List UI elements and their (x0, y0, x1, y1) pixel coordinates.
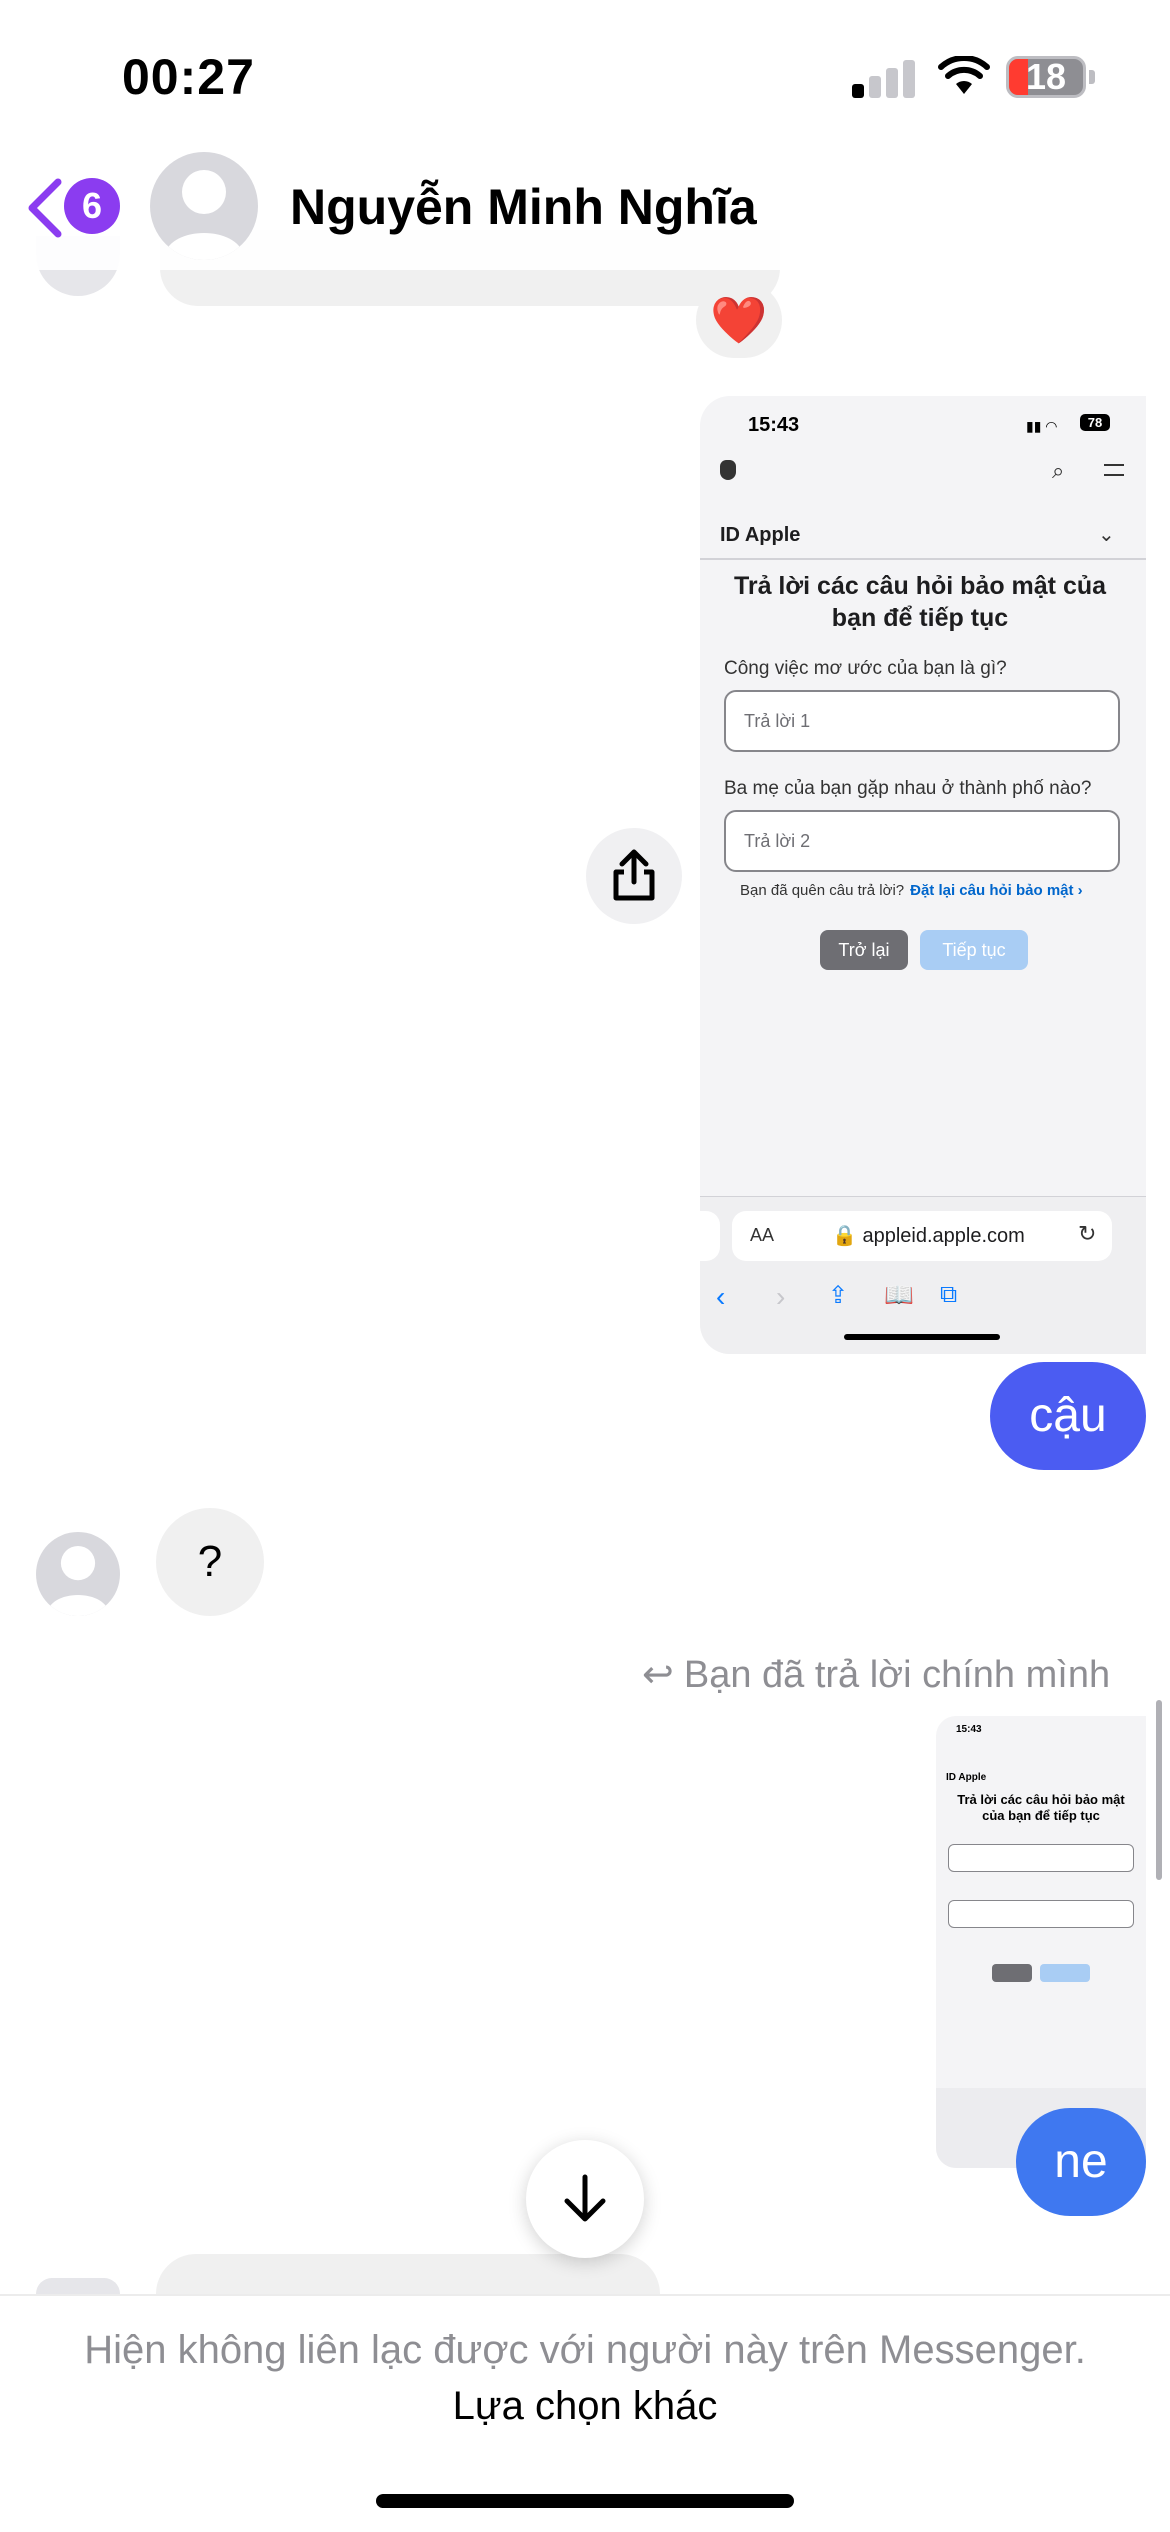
other-options-link[interactable]: Lựa chọn khác (453, 2384, 718, 2428)
person-icon (164, 170, 244, 260)
screenshot-answer-2: Trả lời 2 (724, 810, 1120, 872)
battery-tip (1089, 70, 1095, 84)
screenshot-url-text: appleid.apple.com (862, 1225, 1025, 1247)
screenshot-forward-icon: › (776, 1281, 786, 1312)
scroll-to-bottom-button[interactable] (526, 2140, 644, 2258)
screenshot-question-2: Ba mẹ của bạn gặp nhau ở thành phố nào? (724, 778, 1092, 799)
screenshot-url-bar: AA 🔒 appleid.apple.com ↻ (732, 1211, 1112, 1261)
screenshot-divider (700, 558, 1146, 560)
thumb-input-1 (948, 1844, 1134, 1872)
reply-note-text: Bạn đã trả lời chính mình (683, 1654, 1111, 1696)
screenshot-chevron-down-icon: ⌄ (1098, 524, 1115, 546)
thumb-title: ID Apple (946, 1772, 987, 1783)
screenshot-continue-button: Tiếp tục (920, 930, 1028, 970)
chat-header: 6 Nguyễn Minh Nghĩa (0, 140, 1170, 270)
screenshot-home-indicator (844, 1334, 1000, 1340)
outgoing-message[interactable]: cậu (990, 1362, 1146, 1470)
home-indicator[interactable] (376, 2494, 794, 2508)
image-message-screenshot[interactable]: 15:43 ▮▮ ◠ 78 ⌕ ID Apple ⌄ Trả lời các c… (700, 396, 1146, 1354)
screenshot-question-1: Công việc mơ ước của bạn là gì? (724, 658, 1007, 679)
screenshot-text-size: AA (750, 1225, 775, 1245)
screenshot-menu-icon (1104, 464, 1124, 476)
screenshot-forgot-row: Bạn đã quên câu trả lời? Đặt lại câu hỏi … (740, 882, 1083, 899)
unread-badge: 6 (64, 178, 120, 234)
outgoing-message[interactable]: ne (1016, 2108, 1146, 2216)
chevron-left-icon (28, 178, 62, 238)
screenshot-battery: 78 (1080, 414, 1110, 431)
apple-logo-icon (720, 460, 736, 480)
scrollbar[interactable] (1156, 1700, 1162, 1880)
image-message-thumbnail[interactable]: 15:43 ID Apple Trả lời các câu hỏi bảo m… (936, 1716, 1146, 2168)
thumb-input-2 (948, 1900, 1134, 1928)
battery-icon: 18 (1006, 56, 1086, 98)
screenshot-share-icon: ⇪ (828, 1282, 849, 1309)
thumb-continue-button (1040, 1964, 1090, 1982)
screenshot-heading: Trả lời các câu hỏi bảo mật của bạn để t… (733, 572, 1107, 632)
contact-avatar[interactable] (150, 152, 258, 260)
share-icon (613, 849, 655, 901)
reply-icon: ↩ (642, 1654, 674, 1696)
screenshot-back-button: Trở lại (820, 930, 908, 970)
screenshot-tabs-icon: ⧉ (940, 1281, 958, 1308)
screenshot-forgot-text: Bạn đã quên câu trả lời? (740, 882, 905, 899)
screenshot-reset-link: Đặt lại câu hỏi bảo mật › (910, 882, 1083, 899)
screenshot-url: 🔒 appleid.apple.com (832, 1225, 1025, 1247)
signal-icon (852, 58, 916, 98)
status-bar: 00:27 18 (0, 0, 1170, 150)
incoming-message[interactable]: ? (156, 1508, 264, 1616)
wifi-icon (938, 56, 990, 94)
back-button[interactable]: 6 (24, 174, 124, 240)
battery-level: 18 (1025, 56, 1067, 97)
heart-reaction[interactable]: ❤️ (696, 282, 782, 358)
screenshot-prev-tab (700, 1211, 720, 1261)
contact-name[interactable]: Nguyễn Minh Nghĩa (290, 178, 757, 236)
thumb-time: 15:43 (956, 1724, 982, 1735)
person-icon (46, 1546, 110, 1616)
status-time: 00:27 (122, 49, 255, 105)
reply-note: ↩ Bạn đã trả lời chính mình (642, 1652, 1110, 1697)
screenshot-answer-1: Trả lời 1 (724, 690, 1120, 752)
unavailable-text: Hiện không liên lạc được với người này t… (84, 2328, 1086, 2372)
share-button[interactable] (586, 828, 682, 924)
unavailable-notice: Hiện không liên lạc được với người này t… (60, 2322, 1110, 2434)
sender-avatar[interactable] (36, 1532, 120, 1616)
avatar-partial (36, 2278, 120, 2294)
screenshot-signal-icon: ▮▮ ◠ (1026, 418, 1058, 434)
thumb-back-button (992, 1964, 1032, 1982)
screenshot-search-icon: ⌕ (1052, 458, 1065, 483)
screenshot-browser-toolbar: AA 🔒 appleid.apple.com ↻ ‹ › ⇪ 📖 ⧉ (700, 1196, 1146, 1354)
arrow-down-icon (564, 2174, 606, 2222)
screenshot-bookmarks-icon: 📖 (884, 1282, 914, 1309)
screenshot-reload-icon: ↻ (1078, 1221, 1097, 1246)
screenshot-nav-title: ID Apple (720, 524, 801, 546)
screenshot-back-icon: ‹ (716, 1281, 726, 1312)
screenshot-time: 15:43 (748, 414, 800, 436)
thumb-heading: Trả lời các câu hỏi bảo mật của bạn để t… (957, 1792, 1125, 1823)
message-bubble-partial[interactable] (156, 2254, 660, 2294)
